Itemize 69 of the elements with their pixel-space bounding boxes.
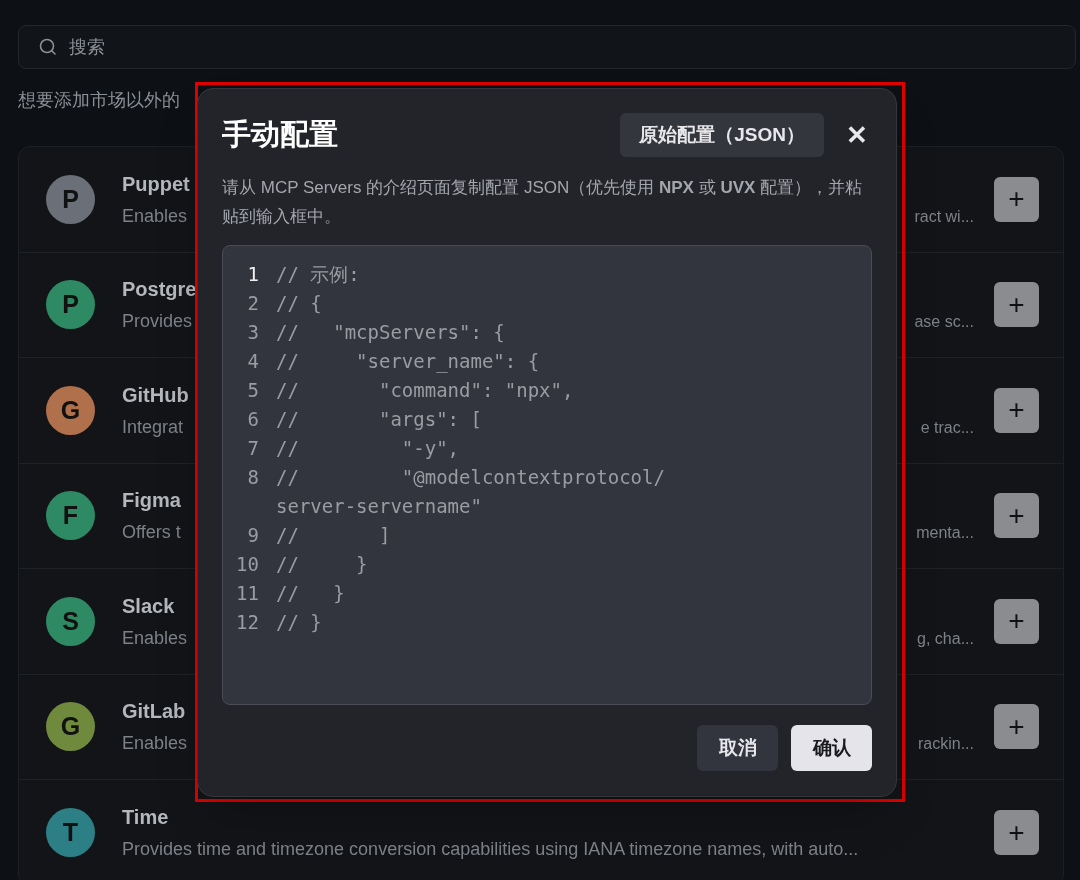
line-number: 8: [246, 465, 259, 490]
json-editor[interactable]: 1 // 示例: 2 // { 3 // "mcpServers": { 4 // "server_name": { 5 // "command": "npx", 6 // "args": [ 7 // "-y", 8 // "@modelcontextprotocol/ server-servername" 9 // ] 10 // } 11 // } 12 // }: [222, 245, 872, 705]
hint-text: 想要添加市场以外的: [18, 89, 181, 112]
search-field[interactable]: 搜索: [18, 25, 1076, 69]
line-number: 6: [246, 407, 259, 432]
dialog-description: 请从 MCP Servers 的介绍页面复制配置 JSON（优先使用 NPX 或 UVX 配置），并粘贴到输入框中。: [222, 177, 864, 228]
add-button[interactable]: +: [994, 493, 1039, 539]
add-button[interactable]: +: [994, 387, 1039, 433]
line-number: 9: [246, 523, 259, 548]
server-description: Provides: [122, 310, 193, 334]
server-name: Time: [122, 805, 169, 831]
avatar: P: [46, 174, 95, 224]
code-line: server-servername": [276, 494, 482, 519]
server-description: rackin...: [918, 734, 974, 755]
add-button[interactable]: +: [994, 176, 1039, 222]
code-line: // }: [276, 552, 368, 577]
line-number: 11: [235, 581, 259, 606]
server-name: Figma: [122, 488, 181, 514]
code-line: // "@modelcontextprotocol/: [276, 465, 665, 490]
server-description: Enables: [122, 204, 188, 228]
server-description: Enables: [122, 626, 188, 650]
line-number: 7: [246, 436, 259, 461]
avatar: G: [46, 385, 95, 435]
confirm-button[interactable]: 确认: [791, 725, 872, 771]
avatar: T: [46, 808, 95, 858]
add-button[interactable]: +: [994, 282, 1039, 328]
server-name: Postgre: [122, 277, 197, 303]
code-line: // ]: [276, 523, 391, 548]
search-icon: [38, 37, 58, 57]
code-line: // "command": "npx",: [276, 378, 574, 403]
server-description: g, cha...: [917, 628, 974, 649]
server-name: Slack: [122, 593, 175, 619]
code-line: // "args": [: [276, 407, 482, 432]
code-line: // "mcpServers": {: [276, 320, 505, 345]
add-button[interactable]: +: [994, 598, 1039, 644]
line-number: 12: [235, 610, 259, 635]
raw-config-button[interactable]: 原始配置（JSON）: [620, 113, 824, 157]
code-line: // "-y",: [276, 436, 460, 461]
server-description: menta...: [916, 523, 974, 544]
line-number: 1: [246, 262, 259, 287]
line-number: 2: [246, 291, 259, 316]
dialog-title: 手动配置: [222, 117, 339, 153]
avatar: S: [46, 596, 95, 646]
line-number: 5: [246, 378, 259, 403]
server-name: GitLab: [122, 699, 186, 725]
add-button[interactable]: +: [994, 704, 1039, 750]
line-number: 10: [235, 552, 259, 577]
add-button[interactable]: +: [994, 810, 1039, 856]
cancel-button[interactable]: 取消: [697, 725, 778, 771]
avatar: F: [46, 491, 95, 541]
server-name: Puppet: [122, 171, 190, 197]
line-number: 4: [246, 349, 259, 374]
code-line: // }: [276, 581, 345, 606]
code-line: // }: [276, 610, 322, 635]
server-description: ract wi...: [914, 206, 974, 227]
server-description: Enables: [122, 732, 188, 756]
server-description: e trac...: [920, 417, 974, 438]
code-line: // 示例:: [276, 262, 360, 287]
avatar: P: [46, 280, 95, 330]
avatar: G: [46, 702, 95, 752]
server-description: Integrat: [122, 415, 184, 439]
server-description: Provides time and timezone conversion capabilities using IANA timezone names, with auto...: [122, 838, 859, 862]
line-number: 3: [246, 320, 259, 345]
server-description: Offers t: [122, 521, 181, 545]
close-button[interactable]: ✕: [846, 122, 868, 148]
code-line: // "server_name": {: [276, 349, 540, 375]
server-description: ase sc...: [914, 312, 974, 333]
server-name: GitHub: [122, 382, 189, 408]
code-line: // {: [276, 291, 322, 316]
